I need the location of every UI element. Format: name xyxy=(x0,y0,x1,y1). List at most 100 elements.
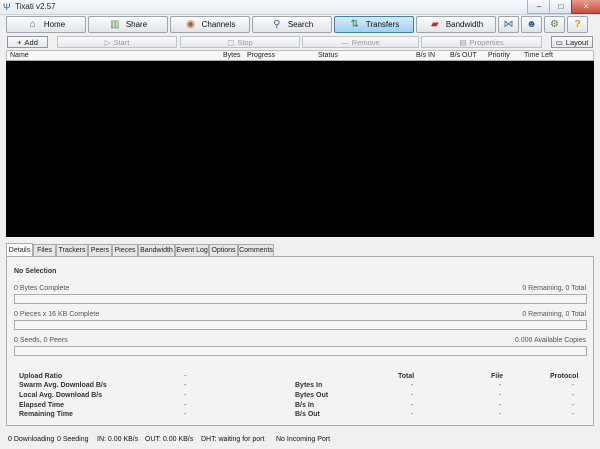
stat-label: Bytes In xyxy=(295,382,322,389)
stop-button[interactable]: ▢ Stop xyxy=(180,36,300,48)
seeds-peers-label: 0 Seeds, 0 Peers xyxy=(14,337,68,344)
stop-label: Stop xyxy=(237,38,252,47)
tixati-window: Ψ Tixati v2.57 – □ ✕ ⌂ Home ▥ Share ◉ Ch… xyxy=(0,0,600,449)
minimize-button[interactable]: – xyxy=(527,0,551,14)
column-status[interactable]: Status xyxy=(318,52,338,59)
column-progress[interactable]: Progress xyxy=(247,52,275,59)
channels-icon: ◉ xyxy=(185,19,197,31)
users-button[interactable]: ☻ xyxy=(521,16,542,33)
nav-bandwidth-button[interactable]: ▰ Bandwidth xyxy=(416,16,496,33)
stats-header-file: File xyxy=(491,373,503,380)
details-panel: No Selection 0 Bytes Complete 0 Remainin… xyxy=(6,256,594,426)
stat-label: Swarm Avg. Download B/s xyxy=(19,382,107,389)
tixati-logo-icon: Ψ xyxy=(3,2,11,12)
nav-share-label: Share xyxy=(126,20,147,29)
main-nav: ⌂ Home ▥ Share ◉ Channels ⚲ Search ⇅ Tra… xyxy=(0,16,600,35)
nav-home-button[interactable]: ⌂ Home xyxy=(6,16,86,33)
stat-protocol: - xyxy=(572,382,574,389)
tab-comments[interactable]: Comments xyxy=(238,244,274,256)
maximize-button[interactable]: □ xyxy=(549,0,573,14)
nav-share-button[interactable]: ▥ Share xyxy=(88,16,168,33)
column-name[interactable]: Name xyxy=(10,52,29,59)
add-button[interactable]: + Add xyxy=(7,36,48,48)
stats-header-total: Total xyxy=(398,373,414,380)
nav-home-label: Home xyxy=(44,20,65,29)
bytes-progress-bar xyxy=(14,294,587,304)
stat-file: - xyxy=(499,382,501,389)
tab-trackers[interactable]: Trackers xyxy=(56,244,88,256)
selection-label: No Selection xyxy=(14,268,56,275)
settings-button[interactable]: ⚙ xyxy=(544,16,565,33)
tab-pieces[interactable]: Pieces xyxy=(112,244,138,256)
help-button[interactable]: ? xyxy=(567,16,588,33)
tab-event-log[interactable]: Event Log xyxy=(175,244,209,256)
stat-label: B/s In xyxy=(295,402,314,409)
column-priority[interactable]: Priority xyxy=(488,52,510,59)
pieces-complete-label: 0 Pieces x 16 KB Complete xyxy=(14,311,99,318)
availability-bar xyxy=(14,346,587,356)
layout-button[interactable]: ▭ Layout xyxy=(551,36,593,48)
nav-transfers-button[interactable]: ⇅ Transfers xyxy=(334,16,414,33)
transfer-list-header: Name Bytes Progress Status B/s IN B/s OU… xyxy=(6,50,594,61)
layout-label: Layout xyxy=(566,38,589,47)
nav-channels-label: Channels xyxy=(202,20,236,29)
nav-search-button[interactable]: ⚲ Search xyxy=(252,16,332,33)
tab-peers[interactable]: Peers xyxy=(88,244,112,256)
stat-protocol: - xyxy=(572,411,574,418)
stat-file: - xyxy=(499,392,501,399)
start-label: Start xyxy=(113,38,129,47)
stat-value: - xyxy=(184,382,186,389)
minus-icon: — xyxy=(341,38,349,47)
plus-icon: + xyxy=(17,38,21,47)
help-icon: ? xyxy=(574,19,580,30)
nav-search-label: Search xyxy=(288,20,313,29)
nav-bandwidth-label: Bandwidth xyxy=(446,20,483,29)
gears-icon: ⚙ xyxy=(550,19,559,30)
column-time-left[interactable]: Time Left xyxy=(524,52,553,59)
column-bs-in[interactable]: B/s IN xyxy=(416,52,435,59)
stat-label: Local Avg. Download B/s xyxy=(19,392,102,399)
stat-file: - xyxy=(499,411,501,418)
nav-channels-button[interactable]: ◉ Channels xyxy=(170,16,250,33)
stat-protocol: - xyxy=(572,402,574,409)
layout-icon: ▭ xyxy=(556,38,563,47)
status-port: No Incoming Port xyxy=(276,436,330,443)
status-downloading: 0 Downloading xyxy=(8,436,54,443)
stat-label: Elapsed Time xyxy=(19,402,64,409)
pieces-remaining-label: 0 Remaining, 0 Total xyxy=(522,311,586,318)
dht-network-button[interactable]: ⋈ xyxy=(498,16,519,33)
bytes-remaining-label: 0 Remaining, 0 Total xyxy=(522,285,586,292)
tab-files[interactable]: Files xyxy=(33,244,56,256)
tab-bandwidth[interactable]: Bandwidth xyxy=(138,244,175,256)
close-button[interactable]: ✕ xyxy=(571,0,600,14)
transfers-icon: ⇅ xyxy=(349,19,361,31)
stat-label: Bytes Out xyxy=(295,392,328,399)
search-icon: ⚲ xyxy=(271,19,283,31)
users-icon: ☻ xyxy=(526,19,537,30)
share-icon: ▥ xyxy=(109,19,121,31)
properties-button[interactable]: ▤ Properties xyxy=(421,36,542,48)
transfer-list[interactable] xyxy=(6,61,594,237)
stat-file: - xyxy=(499,402,501,409)
stat-protocol: - xyxy=(572,392,574,399)
properties-icon: ▤ xyxy=(459,38,466,47)
stats-header-protocol: Protocol xyxy=(550,373,578,380)
play-icon: ▷ xyxy=(105,38,111,47)
tab-options[interactable]: Options xyxy=(209,244,238,256)
stat-label: Remaining Time xyxy=(19,411,73,418)
bandwidth-icon: ▰ xyxy=(429,19,441,31)
status-out-rate: OUT: 0.00 KB/s xyxy=(145,436,193,443)
column-bs-out[interactable]: B/s OUT xyxy=(450,52,477,59)
column-bytes[interactable]: Bytes xyxy=(223,52,241,59)
stat-value: - xyxy=(184,402,186,409)
stat-total: - xyxy=(411,402,413,409)
remove-button[interactable]: — Remove xyxy=(302,36,419,48)
stat-total: - xyxy=(411,392,413,399)
window-title: Tixati v2.57 xyxy=(15,2,56,11)
bytes-complete-label: 0 Bytes Complete xyxy=(14,285,69,292)
start-button[interactable]: ▷ Start xyxy=(57,36,177,48)
status-dht: DHT: waiting for port xyxy=(201,436,264,443)
properties-label: Properties xyxy=(469,38,503,47)
pieces-progress-bar xyxy=(14,320,587,330)
tab-details[interactable]: Details xyxy=(6,243,33,256)
